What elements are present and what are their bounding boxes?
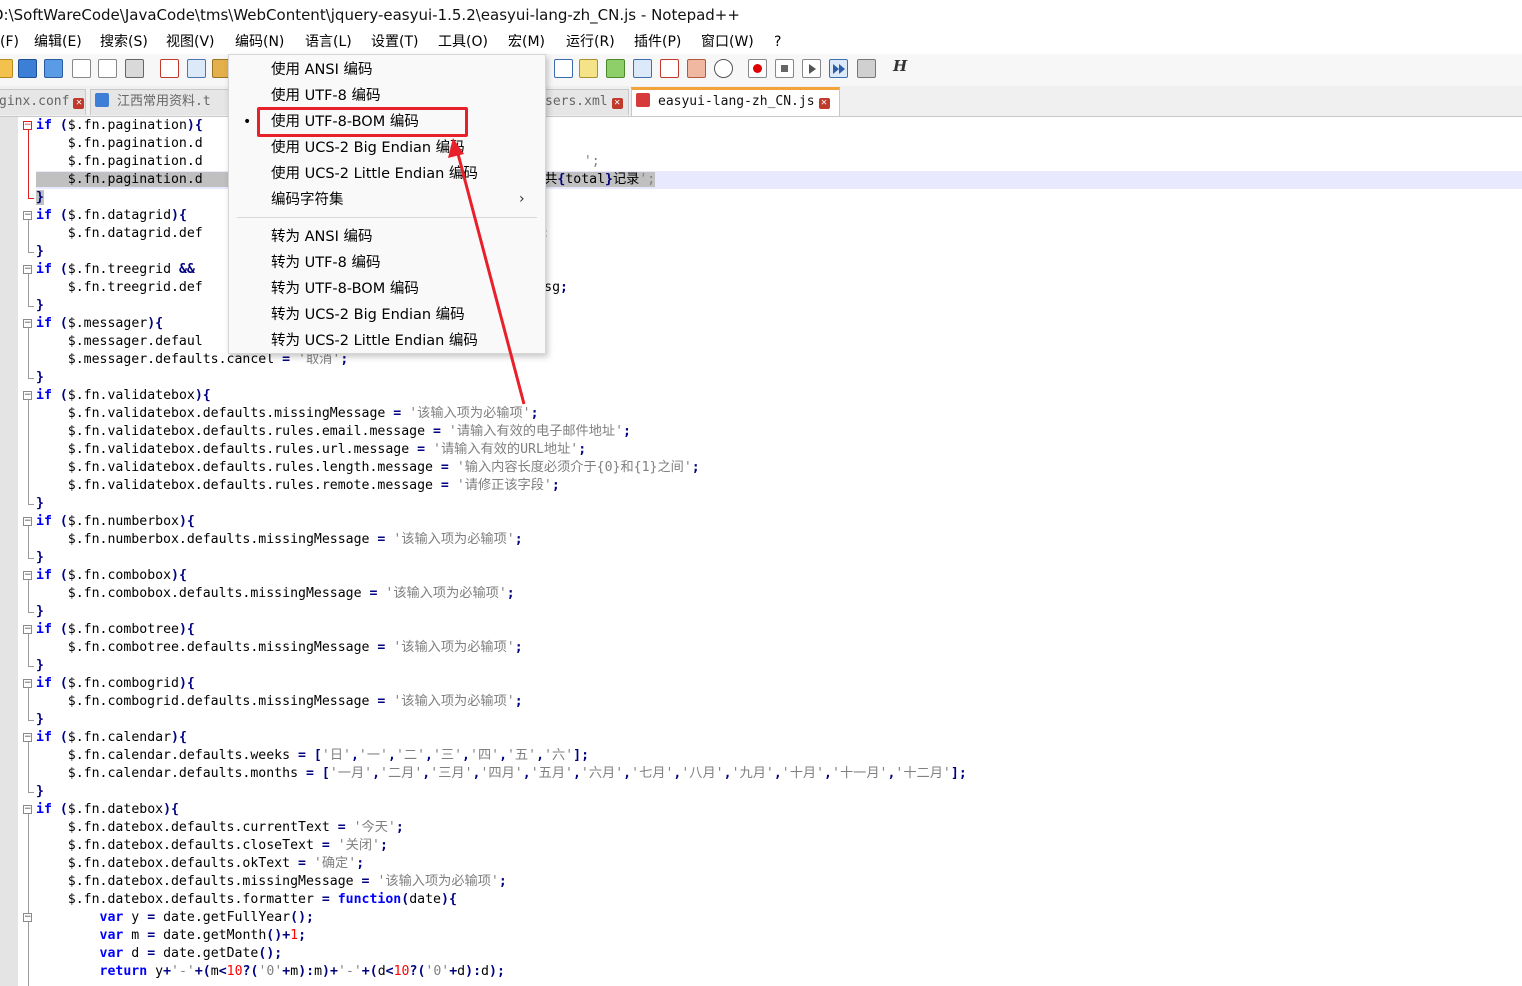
annotation-arrow [448, 138, 526, 405]
arrow-head-icon [448, 138, 464, 158]
arrow-shaft [455, 149, 526, 405]
